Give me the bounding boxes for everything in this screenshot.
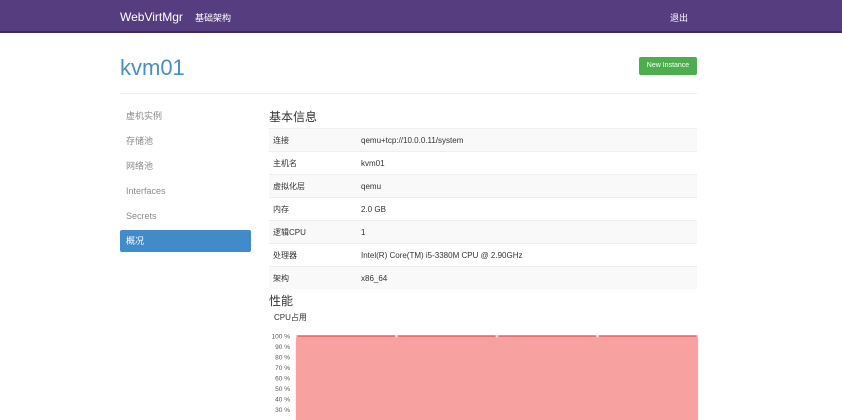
info-value: 2.0 GB	[361, 204, 386, 214]
table-row: 主机名 kvm01	[269, 151, 697, 175]
page-title: kvm01	[120, 55, 185, 80]
y-tick-label: 50 %	[275, 386, 290, 393]
table-row: 连接 qemu+tcp://10.0.0.11/system	[269, 128, 697, 152]
new-instance-button[interactable]: New Instance	[639, 57, 697, 75]
info-section-title: 基本信息	[269, 110, 318, 124]
sidebar-item-interfaces[interactable]: Interfaces	[120, 179, 251, 204]
table-row: 处理器 Intel(R) Core(TM) i5-3380M CPU @ 2.90…	[269, 243, 697, 267]
info-value: x86_64	[361, 266, 697, 289]
table-row: 虚拟化层 qemu	[269, 174, 697, 198]
cpu-usage-point	[596, 334, 599, 338]
sidebar-item-storage[interactable]: 存储池	[120, 129, 251, 154]
info-value: kvm01	[361, 158, 385, 168]
info-value: Intel(R) Core(TM) i5-3380M CPU @ 2.90GHz	[361, 250, 523, 260]
info-key: 内存	[273, 204, 289, 214]
y-tick-label: 40 %	[275, 397, 290, 404]
sidebar-item-secrets[interactable]: Secrets	[120, 204, 251, 229]
cpu-chart-label: CPU占用	[274, 313, 307, 322]
cpu-usage-area	[296, 336, 698, 420]
top-navbar: WebVirtMgr 基础架构 退出	[0, 0, 842, 33]
cpu-usage-point	[395, 334, 398, 338]
info-key: 主机名	[273, 158, 297, 168]
info-value: qemu	[361, 174, 697, 198]
performance-section-title: 性能	[269, 294, 294, 308]
nav-link-hosts[interactable]: 基础架构	[195, 11, 231, 24]
info-key: 架构	[269, 266, 361, 289]
y-tick-label: 30 %	[275, 407, 290, 414]
sidebar: 虚机实例 存储池 网络池 Interfaces Secrets 概况	[120, 104, 251, 252]
cpu-usage-point	[294, 334, 298, 338]
cpu-usage-point	[495, 334, 499, 338]
y-tick-label: 100 %	[272, 334, 291, 341]
divider	[120, 93, 697, 94]
info-key: 连接	[269, 128, 361, 152]
brand-logo[interactable]: WebVirtMgr	[120, 10, 183, 24]
y-tick-label: 70 %	[275, 365, 290, 372]
table-row: 架构 x86_64	[269, 266, 697, 289]
y-tick-label: 60 %	[275, 376, 290, 383]
info-key: 逻辑CPU	[269, 220, 361, 244]
table-row: 内存 2.0 GB	[269, 197, 697, 221]
logout-link[interactable]: 退出	[670, 11, 688, 24]
y-tick-label: 80 %	[275, 355, 290, 362]
info-value: qemu+tcp://10.0.0.11/system	[361, 128, 697, 152]
sidebar-item-overview[interactable]: 概况	[120, 230, 251, 252]
sidebar-item-networks[interactable]: 网络池	[120, 154, 251, 179]
y-tick-label: 90 %	[275, 344, 290, 351]
cpu-usage-point	[696, 334, 700, 338]
table-row: 逻辑CPU 1	[269, 220, 697, 244]
info-key: 处理器	[273, 250, 297, 260]
sidebar-item-instances[interactable]: 虚机实例	[120, 104, 251, 129]
info-key: 虚拟化层	[269, 174, 361, 198]
cpu-usage-chart: 100 % 90 % 80 % 70 % 60 % 50 % 40 % 30 %	[272, 334, 700, 420]
info-table: 连接 qemu+tcp://10.0.0.11/system 主机名 kvm01 虚…	[269, 128, 697, 289]
info-value: 1	[361, 220, 697, 244]
